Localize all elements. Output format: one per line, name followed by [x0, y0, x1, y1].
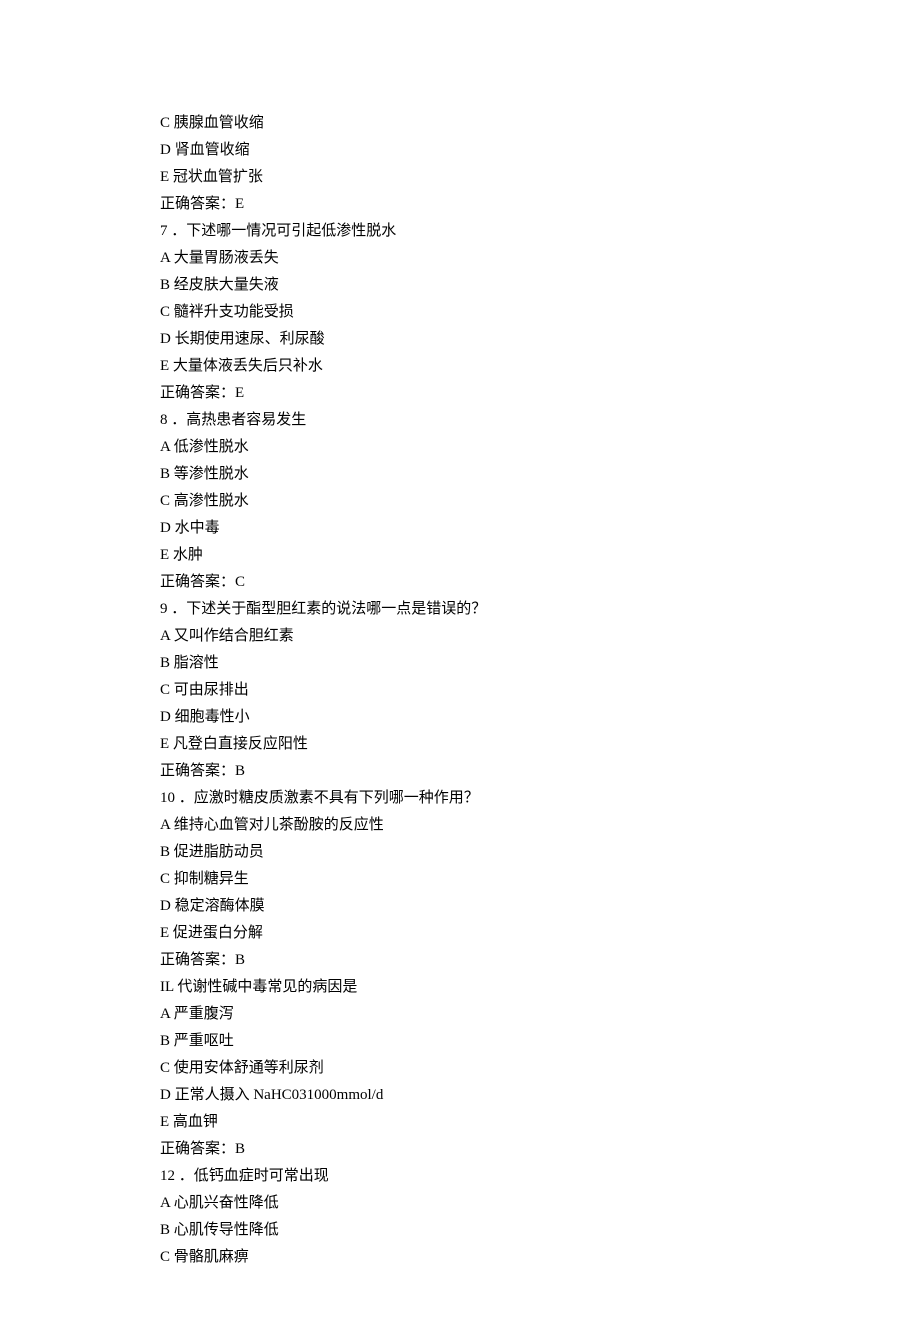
text-line: A 大量胃肠液丢失 — [160, 245, 760, 272]
text-line: E 冠状血管扩张 — [160, 164, 760, 191]
text-line: 正确答案：B — [160, 758, 760, 785]
text-line: E 大量体液丢失后只补水 — [160, 353, 760, 380]
text-line: D 正常人摄入 NaHC031000mmol/d — [160, 1082, 760, 1109]
text-line: A 维持心血管对儿茶酚胺的反应性 — [160, 812, 760, 839]
text-line: 正确答案：E — [160, 380, 760, 407]
text-line: D 水中毒 — [160, 515, 760, 542]
text-line: B 严重呕吐 — [160, 1028, 760, 1055]
text-line: A 低渗性脱水 — [160, 434, 760, 461]
text-line: C 可由尿排出 — [160, 677, 760, 704]
text-line: 7 ．下述哪一情况可引起低渗性脱水 — [160, 218, 760, 245]
text-line: A 严重腹泻 — [160, 1001, 760, 1028]
text-line: 正确答案：B — [160, 947, 760, 974]
text-line: 12 ．低钙血症时可常出现 — [160, 1163, 760, 1190]
text-line: A 又叫作结合胆红素 — [160, 623, 760, 650]
text-line: C 抑制糖异生 — [160, 866, 760, 893]
text-line: D 细胞毒性小 — [160, 704, 760, 731]
text-line: 正确答案：B — [160, 1136, 760, 1163]
text-line: 正确答案：E — [160, 191, 760, 218]
text-line: D 肾血管收缩 — [160, 137, 760, 164]
text-line: IL 代谢性碱中毒常见的病因是 — [160, 974, 760, 1001]
text-line: E 水肿 — [160, 542, 760, 569]
text-line: B 心肌传导性降低 — [160, 1217, 760, 1244]
text-line: B 促进脂肪动员 — [160, 839, 760, 866]
text-line: B 等渗性脱水 — [160, 461, 760, 488]
text-line: 8 ．高热患者容易发生 — [160, 407, 760, 434]
text-line: C 胰腺血管收缩 — [160, 110, 760, 137]
text-line: A 心肌兴奋性降低 — [160, 1190, 760, 1217]
text-line: C 骨骼肌麻痹 — [160, 1244, 760, 1271]
text-line: C 高渗性脱水 — [160, 488, 760, 515]
text-line: D 长期使用速尿、利尿酸 — [160, 326, 760, 353]
text-line: 9 ．下述关于酯型胆红素的说法哪一点是错误的？ — [160, 596, 760, 623]
document-content: C 胰腺血管收缩D 肾血管收缩E 冠状血管扩张正确答案：E7 ．下述哪一情况可引… — [160, 110, 760, 1271]
text-line: E 凡登白直接反应阳性 — [160, 731, 760, 758]
text-line: E 促进蛋白分解 — [160, 920, 760, 947]
text-line: B 脂溶性 — [160, 650, 760, 677]
text-line: B 经皮肤大量失液 — [160, 272, 760, 299]
text-line: C 髓袢升支功能受损 — [160, 299, 760, 326]
text-line: E 高血钾 — [160, 1109, 760, 1136]
text-line: 10 ．应激时糖皮质激素不具有下列哪一种作用？ — [160, 785, 760, 812]
text-line: 正确答案：C — [160, 569, 760, 596]
text-line: C 使用安体舒通等利尿剂 — [160, 1055, 760, 1082]
text-line: D 稳定溶酶体膜 — [160, 893, 760, 920]
